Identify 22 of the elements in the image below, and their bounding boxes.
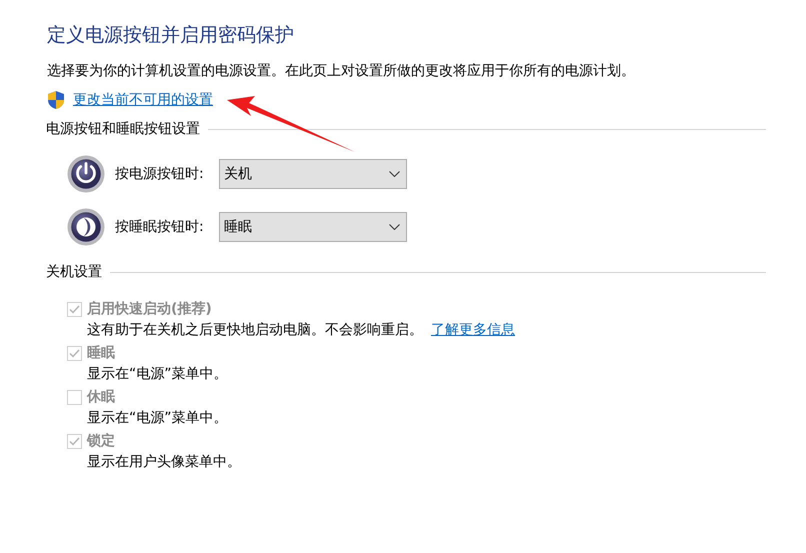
page-title: 定义电源按钮并启用密码保护 — [47, 24, 295, 47]
option-description: 显示在“电源”菜单中。 — [87, 408, 228, 428]
section-heading: 关机设置 — [46, 262, 102, 282]
chevron-icon — [389, 171, 400, 178]
checkbox-label: 睡眠 — [87, 344, 115, 363]
power-icon — [67, 155, 105, 194]
dropdown[interactable]: 睡眠 — [219, 212, 407, 242]
option-description: 显示在用户头像菜单中。 — [87, 452, 241, 472]
chevron-icon — [389, 224, 400, 230]
dropdown[interactable]: 关机 — [219, 159, 407, 190]
settings-link[interactable]: 更改当前不可用的设置 — [73, 90, 213, 111]
intro-text: 选择要为你的计算机设置的电源设置。在此页上对设置所做的更改将应用于你所有的电源计划。 — [47, 62, 636, 81]
moon-button-icon — [67, 208, 105, 246]
section-heading: 电源按钮和睡眠按钮设置 — [46, 120, 200, 139]
checkbox-label: 启用快速启动(推荐) — [87, 300, 212, 319]
option-description: 显示在“电源”菜单中。 — [87, 364, 228, 384]
field-label: 按睡眠按钮时: — [114, 218, 205, 237]
option-description: 这有助于在关机之后更快地启动电脑。不会影响重启。 — [87, 320, 423, 340]
checkbox-label: 锁定 — [87, 432, 115, 451]
checkbox-label: 休眠 — [87, 388, 115, 407]
shield-icon — [47, 90, 65, 110]
field-label: 按电源按钮时: — [114, 164, 205, 184]
